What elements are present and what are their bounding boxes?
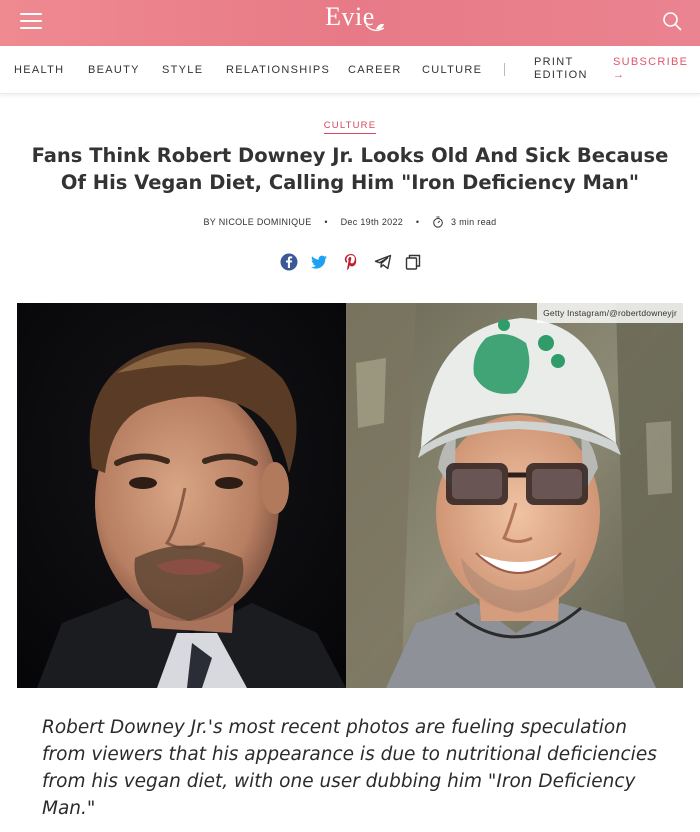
print-edition-line1: PRINT bbox=[534, 56, 574, 68]
article-headline: Fans Think Robert Downey Jr. Looks Old A… bbox=[31, 144, 669, 194]
article-hero-image: Getty Instagram/@robertdowneyjr bbox=[17, 303, 683, 688]
nav-item-culture[interactable]: CULTURE bbox=[422, 64, 482, 76]
copy-icon[interactable] bbox=[403, 252, 423, 272]
category-tag-link[interactable]: CULTURE bbox=[323, 120, 377, 134]
arrow-right-icon: → bbox=[613, 69, 626, 81]
pinterest-icon[interactable] bbox=[341, 252, 361, 272]
nav-item-style[interactable]: STYLE bbox=[162, 64, 203, 76]
article-lede: Robert Downey Jr.'s most recent photos a… bbox=[42, 717, 657, 819]
nav-item-beauty[interactable]: BEAUTY bbox=[88, 64, 140, 76]
nav-item-health[interactable]: HEALTH bbox=[14, 64, 64, 76]
byline-separator: • bbox=[324, 217, 328, 227]
telegram-icon[interactable] bbox=[373, 252, 393, 272]
author-name[interactable]: BY NICOLE DOMINIQUE bbox=[203, 217, 311, 227]
byline-separator: • bbox=[415, 217, 420, 227]
print-edition-line2: EDITION bbox=[534, 69, 588, 81]
twitter-icon[interactable] bbox=[309, 252, 329, 272]
portrait-photo-right bbox=[346, 303, 683, 688]
logo-leaf-icon bbox=[365, 23, 385, 32]
search-icon[interactable] bbox=[661, 10, 683, 32]
nav-item-career[interactable]: CAREER bbox=[348, 64, 402, 76]
stopwatch-icon bbox=[433, 216, 443, 228]
facebook-icon[interactable] bbox=[279, 252, 299, 272]
portrait-photo-left bbox=[17, 303, 346, 688]
article-byline: BY NICOLE DOMINIQUE • Dec 19th 2022 • 3 … bbox=[0, 216, 700, 228]
publish-date: Dec 19th 2022 bbox=[340, 217, 404, 227]
nav-divider bbox=[504, 63, 505, 76]
subscribe-label: SUBSCRIBE bbox=[613, 56, 689, 68]
top-header-bar: Evie bbox=[0, 0, 700, 46]
category-nav: HEALTH BEAUTY STYLE RELATIONSHIPS CAREER… bbox=[0, 46, 700, 94]
nav-item-relationships[interactable]: RELATIONSHIPS bbox=[226, 64, 330, 76]
site-logo[interactable]: Evie bbox=[0, 0, 700, 46]
subscribe-link[interactable]: SUBSCRIBE → bbox=[613, 56, 688, 82]
article-category: CULTURE bbox=[0, 115, 700, 134]
read-time: 3 min read bbox=[450, 217, 497, 227]
print-edition-link[interactable]: PRINT EDITION bbox=[534, 56, 594, 82]
image-credit: Getty Instagram/@robertdowneyjr bbox=[537, 303, 683, 323]
